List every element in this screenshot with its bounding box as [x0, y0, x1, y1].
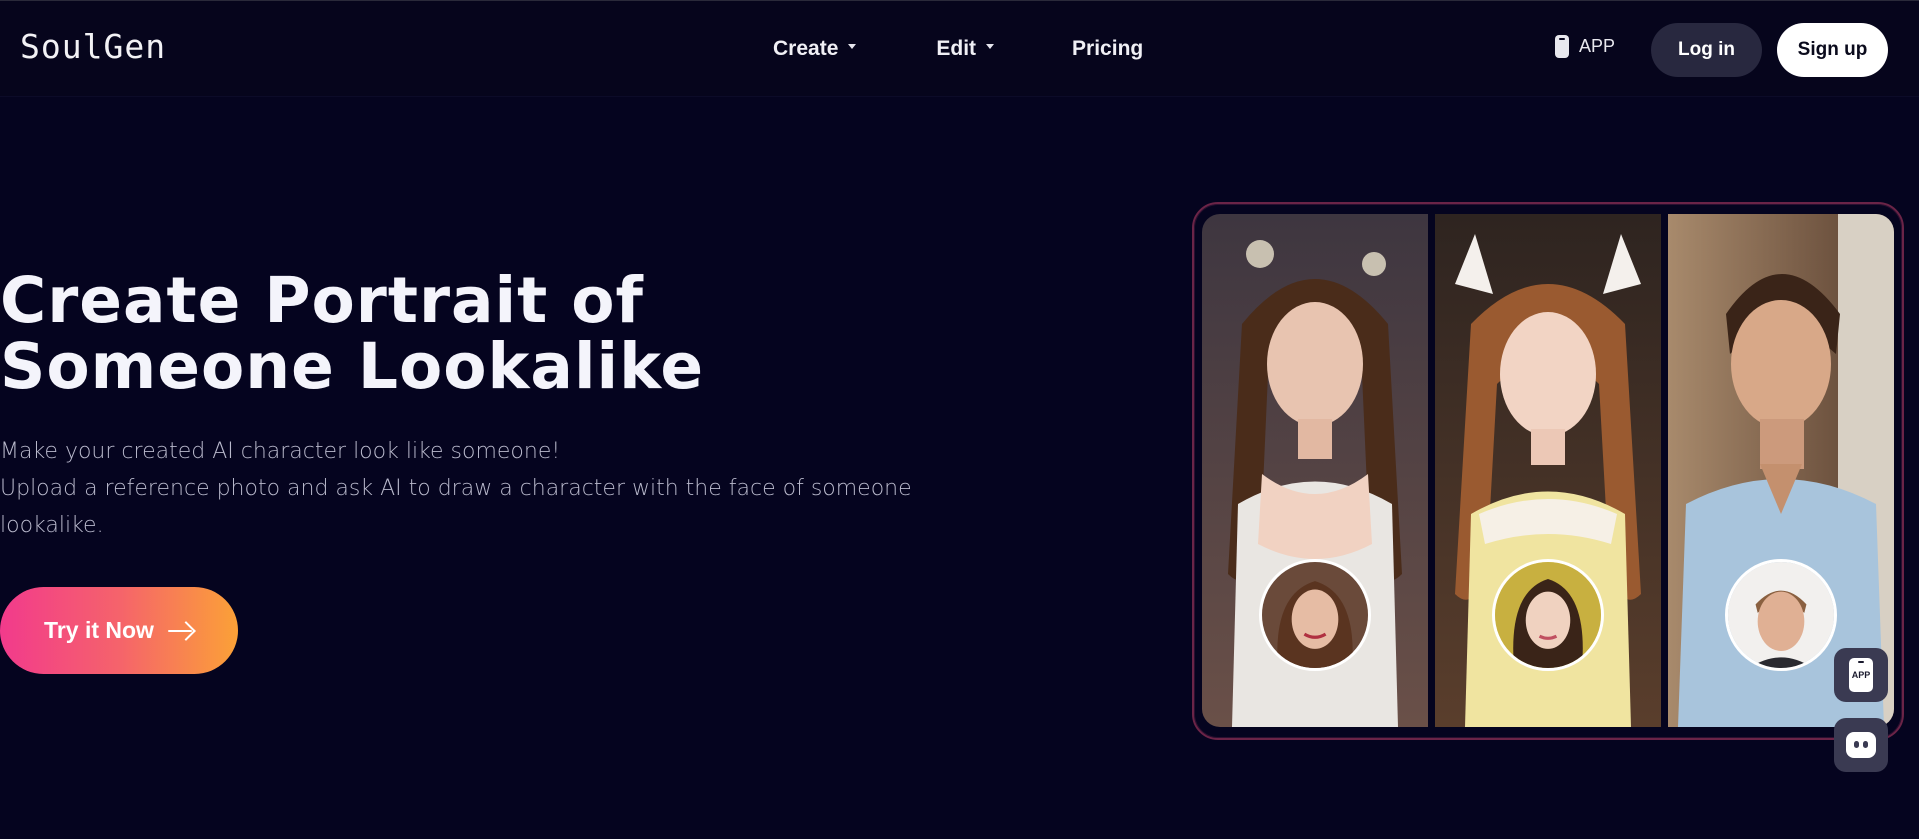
nav-pricing-label: Pricing — [1072, 37, 1144, 60]
site-header: SoulGen Create Edit Pricing APP Log in S… — [0, 0, 1919, 97]
arrow-right-icon — [167, 622, 194, 640]
portrait-panel-2 — [1435, 214, 1661, 727]
hero-description: Make your created AI character look like… — [0, 433, 920, 544]
login-button[interactable]: Log in — [1651, 23, 1762, 77]
phone-icon — [1555, 35, 1569, 58]
hero-description-line: Make your created AI character look like… — [0, 439, 561, 464]
nav-create-label: Create — [773, 37, 839, 60]
reference-face-2 — [1495, 562, 1601, 668]
portrait-panel-1 — [1202, 214, 1428, 727]
try-it-now-button[interactable]: Try it Now — [0, 587, 238, 674]
nav-edit[interactable]: Edit — [936, 37, 995, 61]
hero-title: Create Portrait of Someone Lookalike — [0, 264, 705, 403]
main-nav: Create Edit Pricing — [773, 37, 1143, 61]
reference-face-1 — [1262, 562, 1368, 668]
reference-face-avatar — [1492, 559, 1604, 671]
chat-bot-icon — [1846, 732, 1876, 758]
app-badge-label: APP — [1851, 670, 1871, 680]
caret-down-icon — [848, 43, 857, 49]
nav-create[interactable]: Create — [773, 37, 857, 61]
reference-face-avatar — [1725, 559, 1837, 671]
try-it-now-label: Try it Now — [44, 617, 154, 643]
hero-description-line: Upload a reference photo and ask AI to d… — [0, 476, 912, 538]
signup-button[interactable]: Sign up — [1777, 23, 1888, 77]
app-icon: APP — [1849, 658, 1873, 692]
reference-face-avatar — [1259, 559, 1371, 671]
reference-face-3 — [1728, 562, 1834, 668]
app-download-link[interactable]: APP — [1555, 35, 1615, 58]
floating-chat-button[interactable] — [1834, 718, 1888, 772]
app-link-label: APP — [1579, 36, 1616, 56]
portrait-showcase — [1202, 214, 1894, 727]
nav-pricing[interactable]: Pricing — [1072, 37, 1143, 61]
logo[interactable]: SoulGen — [20, 27, 166, 66]
caret-down-icon — [986, 43, 995, 49]
floating-app-button[interactable]: APP — [1834, 648, 1888, 702]
nav-edit-label: Edit — [936, 37, 977, 60]
